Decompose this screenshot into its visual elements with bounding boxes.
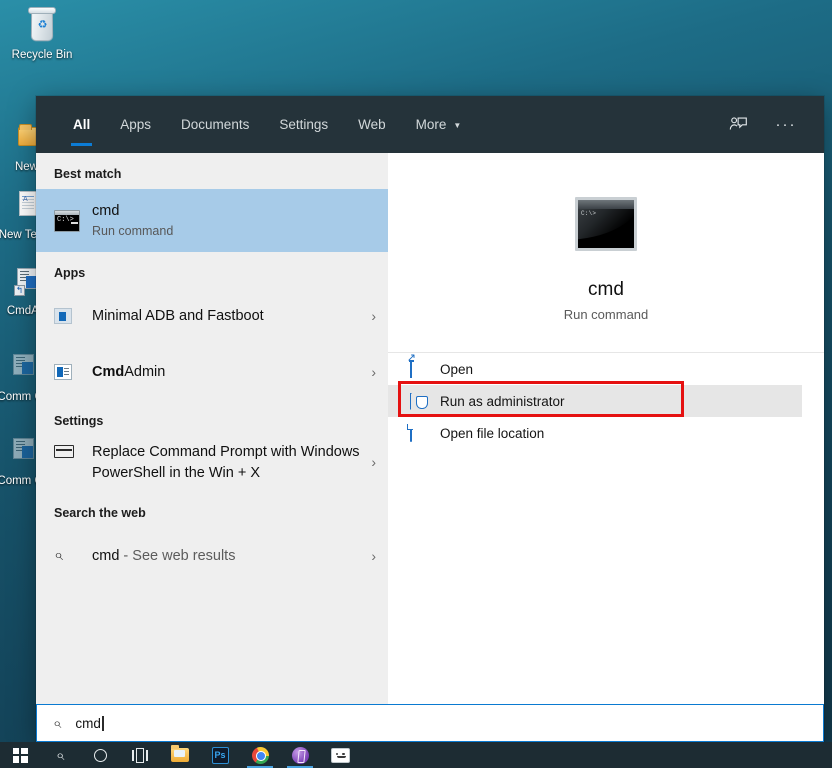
result-title: cmd - See web results (92, 547, 363, 566)
task-view-icon (132, 749, 148, 762)
chevron-right-icon[interactable]: › (363, 442, 376, 470)
tab-label: Apps (120, 117, 151, 132)
tab-all[interactable]: All (58, 96, 105, 153)
search-flyout: All Apps Documents Settings Web More ▼ (36, 96, 824, 742)
chevron-right-icon[interactable]: › (363, 308, 376, 324)
action-open-file-location[interactable]: Open file location (388, 417, 824, 449)
result-title: Minimal ADB and Fastboot (92, 307, 363, 326)
start-button[interactable] (0, 742, 40, 768)
tab-label: Settings (279, 117, 328, 132)
cortana-icon (94, 749, 107, 762)
tab-web[interactable]: Web (343, 96, 401, 153)
chrome-icon (252, 747, 269, 764)
desktop-icon-label: Recycle Bin (2, 49, 82, 62)
search-input-value: cmd (61, 716, 104, 731)
tab-apps[interactable]: Apps (105, 96, 166, 153)
preview-subtitle: Run command (388, 307, 824, 322)
command-prompt-large-icon: C:\> (575, 197, 637, 251)
section-heading-settings: Settings (36, 400, 388, 436)
section-heading-apps: Apps (36, 252, 388, 288)
folder-open-icon (410, 426, 440, 441)
cmdadmin-app-icon (54, 364, 88, 380)
search-input[interactable]: ⌕ cmd (36, 704, 824, 742)
tab-documents[interactable]: Documents (166, 96, 264, 153)
more-options-icon[interactable]: ··· (766, 106, 806, 144)
chevron-right-icon[interactable]: › (363, 548, 376, 564)
search-icon: ⌕ (56, 747, 64, 764)
result-item-cmdadmin[interactable]: CmdAdmin › (36, 344, 388, 400)
text-cursor (102, 716, 104, 731)
tab-settings[interactable]: Settings (264, 96, 343, 153)
search-icon: ⌕ (53, 715, 61, 732)
chevron-down-icon: ▼ (453, 121, 461, 130)
result-title-match: Cmd (92, 364, 124, 380)
bittorrent-icon (292, 747, 309, 764)
result-title: Replace Command Prompt with Windows Powe… (92, 442, 363, 484)
result-title: CmdAdmin (92, 363, 363, 382)
windows-logo-icon (13, 748, 28, 763)
result-title: cmd (92, 202, 376, 221)
remote-desktop-icon (331, 748, 350, 763)
result-title-query: cmd (92, 548, 119, 564)
preview-hero: C:\> cmd Run command (388, 153, 824, 352)
section-heading-search-the-web: Search the web (36, 492, 388, 528)
preview-pane: C:\> cmd Run command Open Run as adminis… (388, 153, 824, 704)
results-list: Best match C:\> cmd Run command Apps Min… (36, 153, 388, 704)
settings-display-icon (54, 442, 88, 458)
search-body: Best match C:\> cmd Run command Apps Min… (36, 153, 824, 704)
photoshop-icon: Ps (212, 747, 229, 764)
task-view-button[interactable] (120, 742, 160, 768)
result-title-rest: Admin (124, 364, 165, 380)
shield-icon (410, 394, 440, 409)
result-title-suffix: - See web results (119, 548, 235, 564)
action-label: Open file location (440, 426, 544, 441)
action-run-as-administrator[interactable]: Run as administrator (388, 385, 802, 417)
tab-more[interactable]: More ▼ (401, 96, 477, 153)
taskbar: ⌕ Ps (0, 742, 832, 768)
section-heading-best-match: Best match (36, 153, 388, 189)
search-button[interactable]: ⌕ (40, 742, 80, 768)
desktop-icon-recycle-bin[interactable]: ♻ Recycle Bin (2, 6, 82, 62)
preview-actions: Open Run as administrator Open file loca… (388, 352, 824, 449)
search-icon: ⌕ (54, 547, 88, 565)
result-item-minimal-adb-and-fastboot[interactable]: Minimal ADB and Fastboot › (36, 288, 388, 344)
file-explorer-icon (171, 748, 189, 762)
feedback-icon[interactable] (718, 106, 758, 144)
adb-app-icon (54, 308, 88, 324)
action-label: Open (440, 362, 473, 377)
search-tabs: All Apps Documents Settings Web More ▼ (36, 96, 476, 153)
chevron-right-icon[interactable]: › (363, 364, 376, 380)
recycle-bin-icon: ♻ (22, 6, 62, 46)
photoshop-button[interactable]: Ps (200, 742, 240, 768)
action-open[interactable]: Open (388, 353, 824, 385)
file-explorer-button[interactable] (160, 742, 200, 768)
cortana-button[interactable] (80, 742, 120, 768)
remote-desktop-button[interactable] (320, 742, 360, 768)
result-item-cmd-web-search[interactable]: ⌕ cmd - See web results › (36, 528, 388, 584)
command-prompt-icon: C:\> (54, 210, 88, 232)
result-item-cmd-best-match[interactable]: C:\> cmd Run command (36, 189, 388, 252)
tab-label: All (73, 117, 90, 132)
search-header: All Apps Documents Settings Web More ▼ (36, 96, 824, 153)
action-label: Run as administrator (440, 394, 565, 409)
chrome-button[interactable] (240, 742, 280, 768)
tab-label: Documents (181, 117, 249, 132)
result-item-replace-command-prompt[interactable]: Replace Command Prompt with Windows Powe… (36, 436, 388, 492)
bittorrent-button[interactable] (280, 742, 320, 768)
open-icon (410, 362, 440, 377)
preview-title: cmd (388, 277, 824, 303)
result-subtitle: Run command (92, 222, 376, 240)
tab-label: Web (358, 117, 386, 132)
header-actions: ··· (718, 106, 824, 144)
tab-label: More (416, 117, 447, 132)
